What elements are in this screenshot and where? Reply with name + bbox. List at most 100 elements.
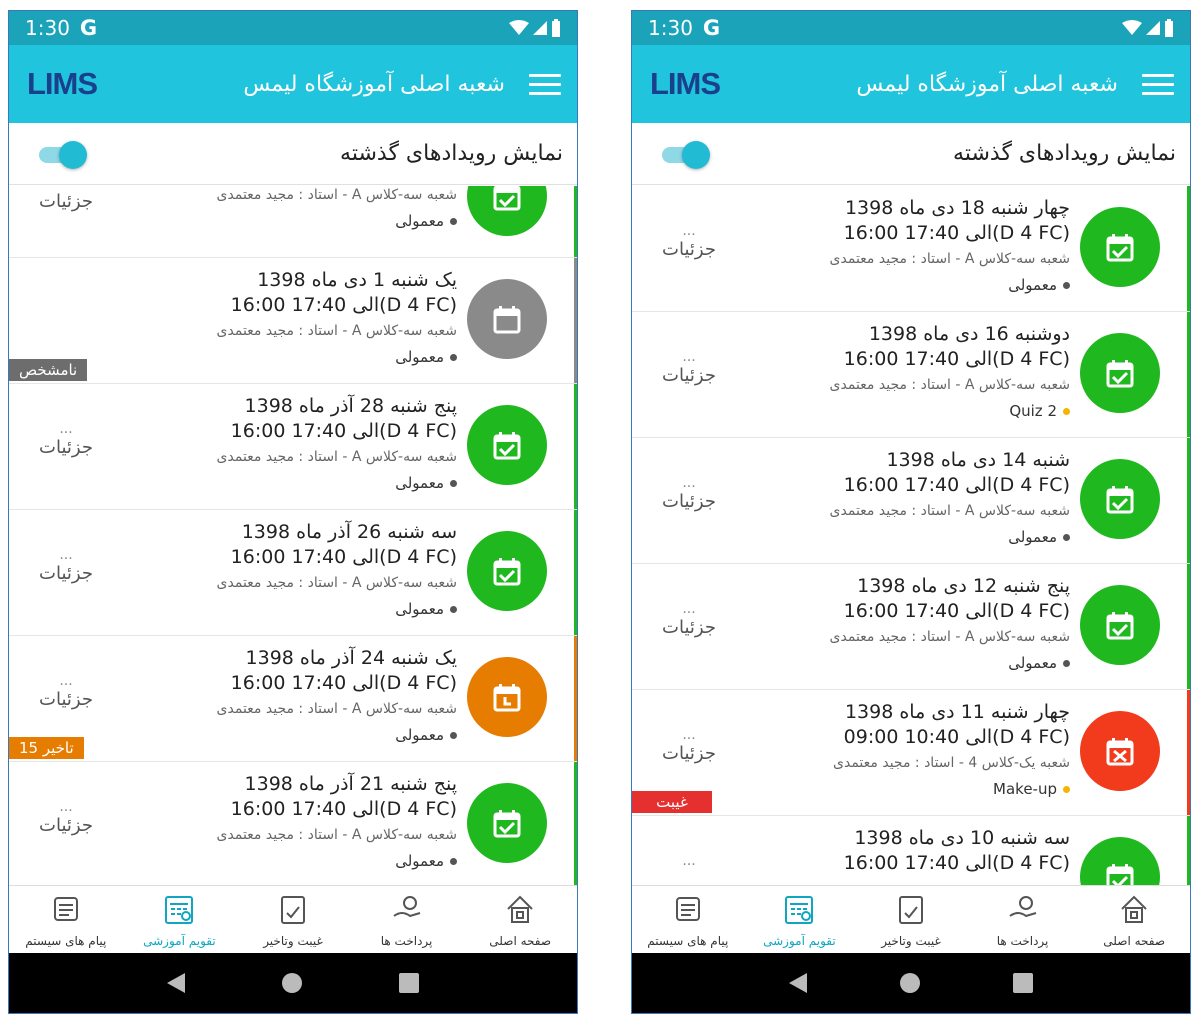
back-icon[interactable] [788, 973, 807, 993]
details-button[interactable]: ... جزئیات [658, 224, 720, 262]
menu-icon[interactable] [1142, 73, 1174, 95]
event-date: پنج شنبه 28 آذر ماه 1398 [244, 395, 457, 417]
nav-item[interactable]: پرداخت ها [968, 892, 1078, 948]
home-circle-icon[interactable] [281, 973, 302, 993]
back-icon[interactable] [167, 973, 186, 993]
details-button[interactable]: ... جزئیات [35, 422, 97, 460]
event-type: معمولی [217, 848, 457, 874]
calendar-blank-icon [493, 306, 521, 334]
nav-item[interactable]: پرداخت ها [352, 892, 462, 948]
calendar-check-icon [493, 432, 521, 460]
nav-item[interactable]: پیام های سیستم [11, 892, 121, 948]
event-list[interactable]: شعبه سه-کلاس A - استاد : مجید معتمدی معمو… [9, 186, 577, 887]
details-button[interactable]: ... جزئیات [658, 476, 720, 514]
status-edge [1187, 816, 1190, 887]
battery-icon [552, 19, 560, 37]
event-type-label: معمولی [395, 348, 444, 366]
details-button[interactable]: ... جزئیات [658, 728, 720, 766]
absence-icon [894, 892, 928, 930]
details-button[interactable]: جزئیات [35, 190, 97, 214]
details-button[interactable]: ... جزئیات [35, 548, 97, 586]
event-card[interactable]: چهار شنبه 11 دی ماه 1398 09:00 الی 10:40(… [632, 690, 1190, 816]
details-button[interactable]: ... جزئیات [35, 674, 97, 712]
battery-icon [1165, 19, 1173, 37]
details-button[interactable]: ... جزئیات [35, 800, 97, 838]
absence-icon [276, 892, 310, 930]
status-badge: غیبت [632, 791, 712, 813]
calendar-check-icon [1106, 234, 1134, 262]
nav-label: تقویم آموزشی [763, 933, 836, 948]
event-card[interactable]: پنج شنبه 28 آذر ماه 1398 16:00 الی 17:40(… [9, 384, 577, 510]
event-type-label: معمولی [395, 212, 444, 230]
event-card[interactable]: پنج شنبه 12 دی ماه 1398 16:00 الی 17:40(D… [632, 564, 1190, 690]
system-nav-bar [9, 953, 577, 1013]
event-status-icon [467, 279, 547, 359]
details-dots: ... [682, 601, 696, 617]
type-dot [450, 605, 457, 613]
nav-item[interactable]: تقویم آموزشی [744, 892, 854, 948]
nav-label: پرداخت ها [380, 933, 433, 948]
event-card[interactable]: یک شنبه 1 دی ماه 1398 16:00 الی 17:40(D 4… [9, 258, 577, 384]
event-text: پنج شنبه 21 آذر ماه 1398 16:00 الی 17:40(… [217, 772, 457, 874]
event-list[interactable]: چهار شنبه 18 دی ماه 1398 16:00 الی 17:40(… [632, 186, 1190, 887]
event-card[interactable]: دوشنبه 16 دی ماه 1398 16:00 الی 17:40(D 4… [632, 312, 1190, 438]
event-card[interactable]: چهار شنبه 18 دی ماه 1398 16:00 الی 17:40(… [632, 186, 1190, 312]
event-class-info: شعبه سه-کلاس A - استاد : مجید معتمدی [216, 827, 457, 843]
event-time: 16:00 الی 17:40(D 4 FC) [230, 798, 457, 820]
filter-bar: نمایش رویدادهای گذشته [632, 123, 1190, 185]
calendar-check-icon [493, 186, 521, 211]
details-button[interactable]: ... جزئیات [658, 602, 720, 640]
details-dots: ... [682, 223, 696, 239]
event-type: معمولی [217, 722, 457, 748]
recents-icon[interactable] [1013, 973, 1034, 993]
nav-item[interactable]: غیبت وتاخیر [856, 892, 966, 948]
event-text: پنج شنبه 28 آذر ماه 1398 16:00 الی 17:40(… [217, 394, 457, 496]
past-events-toggle[interactable] [39, 140, 87, 169]
event-card[interactable]: یک شنبه 24 آذر ماه 1398 16:00 الی 17:40(D… [9, 636, 577, 762]
event-card[interactable]: سه شنبه 26 آذر ماه 1398 16:00 الی 17:40(D… [9, 510, 577, 636]
nav-item[interactable]: غیبت وتاخیر [238, 892, 348, 948]
details-dots: ... [682, 853, 696, 869]
nav-label: غیبت وتاخیر [263, 933, 323, 948]
app-logo: LIMS [27, 66, 98, 101]
menu-icon[interactable] [529, 73, 561, 95]
system-nav-bar [632, 953, 1190, 1013]
event-time: 16:00 الی 17:40(D 4 FC) [843, 600, 1070, 622]
status-edge [574, 636, 577, 761]
event-card[interactable]: سه شنبه 10 دی ماه 1398 16:00 الی 17:40(D … [632, 816, 1190, 887]
event-type: معمولی [830, 650, 1070, 676]
nav-item[interactable]: پیام های سیستم [633, 892, 743, 948]
event-card[interactable]: پنج شنبه 21 آذر ماه 1398 16:00 الی 17:40(… [9, 762, 577, 887]
details-dots: ... [682, 727, 696, 743]
calendar-nav-icon [162, 892, 196, 930]
event-status-icon [467, 405, 547, 485]
payments-icon [1006, 892, 1040, 930]
event-card[interactable]: شعبه سه-کلاس A - استاد : مجید معتمدی معمو… [9, 186, 577, 258]
event-status-icon [1080, 711, 1160, 791]
details-button[interactable]: ... [658, 854, 720, 868]
app-bar: LIMS شعبه اصلی آموزشگاه لیمس [9, 45, 577, 123]
past-events-toggle[interactable] [662, 140, 710, 169]
details-button[interactable]: ... جزئیات [658, 350, 720, 388]
nav-item[interactable]: تقویم آموزشی [124, 892, 234, 948]
event-text: یک شنبه 1 دی ماه 1398 16:00 الی 17:40(D 4… [217, 268, 457, 370]
home-circle-icon[interactable] [899, 973, 920, 993]
past-events-label: نمایش رویدادهای گذشته [953, 141, 1176, 166]
event-date: یک شنبه 1 دی ماه 1398 [257, 269, 457, 291]
event-card[interactable]: شنبه 14 دی ماه 1398 16:00 الی 17:40(D 4 F… [632, 438, 1190, 564]
event-type: معمولی [217, 344, 457, 370]
nav-item[interactable]: صفحه اصلی [1079, 892, 1189, 948]
event-type-label: معمولی [395, 474, 444, 492]
details-label: جزئیات [662, 491, 716, 512]
event-class-info: شعبه یک-کلاس 4 - استاد : مجید معتمدی [833, 755, 1070, 771]
recents-icon[interactable] [398, 973, 419, 993]
event-class-info: شعبه سه-کلاس A - استاد : مجید معتمدی [829, 251, 1070, 267]
type-dot [450, 353, 457, 361]
status-edge [574, 258, 577, 383]
event-text: سه شنبه 26 آذر ماه 1398 16:00 الی 17:40(D… [217, 520, 457, 622]
home-icon [503, 892, 537, 930]
event-type-label: معمولی [1008, 528, 1057, 546]
nav-item[interactable]: صفحه اصلی [465, 892, 575, 948]
status-bar: 1:30 G [9, 11, 577, 45]
calendar-check-icon [493, 558, 521, 586]
